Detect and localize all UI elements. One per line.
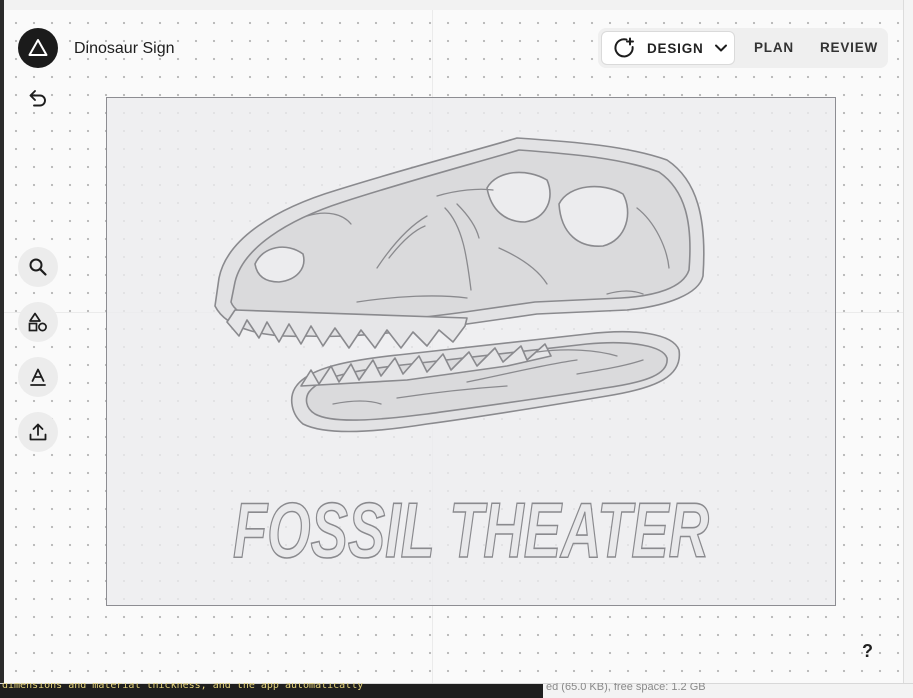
background-window-bottom: dimensions and material thickness, and t… bbox=[0, 680, 913, 698]
shapes-icon bbox=[28, 312, 47, 332]
help-button[interactable]: ? bbox=[862, 641, 873, 662]
text-tool-button[interactable] bbox=[18, 357, 58, 397]
sign-artboard[interactable]: FOSSIL THEATER bbox=[106, 97, 836, 606]
mode-switcher: DESIGN PLAN REVIEW bbox=[598, 28, 888, 68]
app-logo[interactable] bbox=[18, 28, 58, 68]
mode-plan-button[interactable]: PLAN bbox=[754, 40, 794, 55]
mode-review-button[interactable]: REVIEW bbox=[820, 40, 878, 55]
text-icon bbox=[30, 368, 46, 386]
search-tool-button[interactable] bbox=[18, 247, 58, 287]
project-title[interactable]: Dinosaur Sign bbox=[74, 40, 175, 58]
upload-tool-button[interactable] bbox=[18, 412, 58, 452]
mode-design-button[interactable]: DESIGN bbox=[601, 31, 735, 65]
search-icon bbox=[29, 258, 47, 276]
sign-text[interactable]: FOSSIL THEATER bbox=[232, 485, 710, 575]
background-terminal: dimensions and material thickness, and t… bbox=[0, 680, 543, 698]
background-window-right bbox=[903, 0, 913, 683]
upload-icon bbox=[29, 423, 47, 441]
mode-design-label: DESIGN bbox=[647, 40, 704, 56]
t-rex-skull-icon[interactable]: FOSSIL THEATER bbox=[107, 98, 837, 607]
shapes-tool-button[interactable] bbox=[18, 302, 58, 342]
triangle-logo-icon bbox=[28, 39, 48, 56]
app-window: Dinosaur Sign DESIGN PLAN REVIEW FOSSIL … bbox=[4, 10, 903, 683]
chevron-down-icon bbox=[714, 44, 727, 52]
refresh-add-icon bbox=[614, 37, 634, 58]
undo-icon[interactable] bbox=[26, 86, 50, 110]
